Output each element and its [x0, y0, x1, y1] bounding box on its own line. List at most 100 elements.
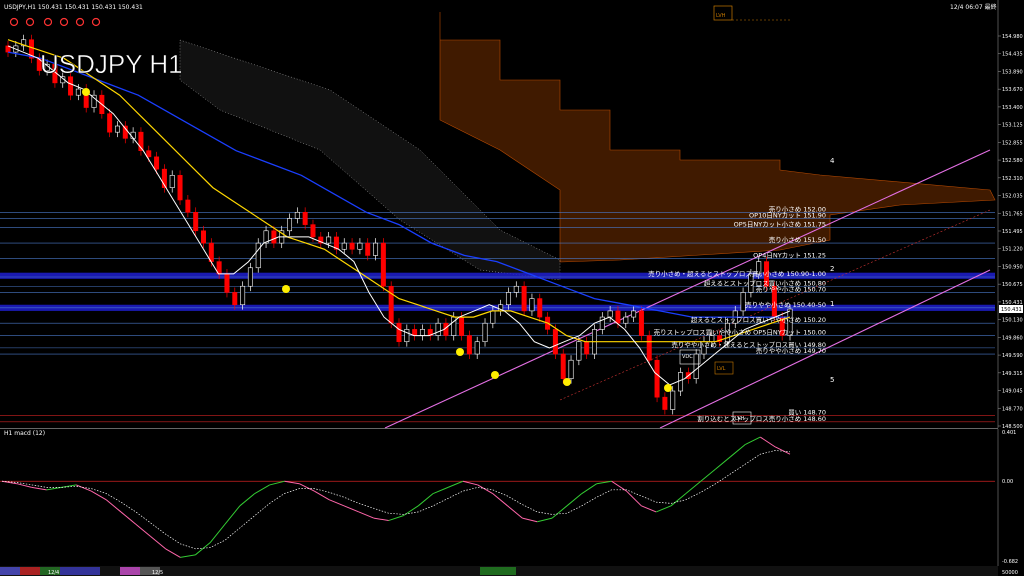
candle-body — [474, 341, 480, 355]
price-tick-label: 152.580 — [1002, 158, 1023, 164]
candle-body — [341, 242, 347, 250]
price-level-label: 売りやや小さめ 150.40-50 — [745, 300, 826, 309]
time-segment — [120, 567, 140, 575]
candle-body — [623, 316, 629, 324]
price-tick-label: 149.045 — [1002, 389, 1023, 395]
price-tick-label: 150.130 — [1002, 318, 1023, 324]
price-tick-label: 148.770 — [1002, 406, 1023, 412]
candle-body — [240, 285, 246, 306]
box-label: LVH — [735, 416, 745, 422]
candle-body — [201, 230, 207, 244]
price-tick-label: 149.860 — [1002, 335, 1023, 341]
candle-body — [513, 285, 519, 293]
candle-body — [255, 242, 261, 269]
candle-body — [114, 125, 120, 133]
candle-body — [466, 335, 472, 355]
candle-body — [412, 329, 418, 336]
price-tick-label: 154.435 — [1002, 52, 1023, 58]
macd-label: H1 macd (12) — [4, 430, 45, 437]
candle-body — [678, 372, 684, 392]
candle-body — [154, 156, 160, 170]
current-price-label: 150.431 — [1001, 307, 1022, 313]
candle-body — [177, 175, 183, 201]
candle-body — [247, 267, 253, 287]
time-segment — [20, 567, 40, 575]
wave-label: 5 — [830, 376, 834, 384]
fractal-marker — [491, 371, 499, 379]
price-tick-label: 150.675 — [1002, 282, 1023, 288]
box-label: VDC — [682, 354, 693, 360]
price-level-label: 売り小さめ・超えるとストップロス買い小さめ 150.90-1.00 — [648, 269, 826, 278]
box-label: LVH — [716, 13, 726, 19]
candle-body — [529, 298, 535, 312]
candle-body — [607, 310, 613, 318]
price-tick-label: 152.855 — [1002, 140, 1023, 146]
candle-body — [404, 329, 410, 343]
candle-body — [365, 242, 371, 256]
candle-body — [662, 396, 668, 410]
candle-body — [435, 322, 441, 336]
candle-body — [537, 298, 543, 318]
price-level-label: OP4日NYカット 151.25 — [753, 252, 826, 260]
wave-label: 2 — [830, 265, 834, 273]
price-tick-label: 149.590 — [1002, 353, 1023, 359]
price-tick-label: 151.495 — [1002, 229, 1023, 235]
price-tick-label: 151.765 — [1002, 211, 1023, 217]
candle-body — [224, 273, 230, 293]
fractal-marker — [82, 88, 90, 96]
candle-body — [482, 322, 488, 343]
fractal-marker — [563, 378, 571, 386]
candle-body — [638, 310, 644, 336]
candle-body — [349, 242, 355, 250]
fractal-marker — [664, 384, 672, 392]
candle-body — [326, 236, 332, 244]
price-tick-label: 153.890 — [1002, 69, 1023, 75]
candle-body — [584, 341, 590, 355]
candle-body — [193, 211, 199, 232]
fractal-marker — [456, 348, 464, 356]
price-level-label: 売りやや小さめ 150.70 — [756, 284, 826, 293]
candle-body — [459, 316, 465, 336]
price-tick-label: 149.315 — [1002, 371, 1023, 377]
candle-body — [380, 242, 386, 287]
footer-tag: 50000 — [1002, 570, 1018, 576]
macd-tick-label: -0.682 — [1002, 559, 1018, 565]
candle-body — [646, 335, 652, 361]
candle-body — [373, 242, 379, 256]
price-tick-label: 154.980 — [1002, 34, 1023, 40]
price-level-label: OP5日NYカット小さめ 151.75 — [734, 220, 826, 229]
candle-body — [146, 150, 152, 158]
price-level-label: 売りやや小さめ 149.70 — [756, 346, 826, 355]
candle-body — [670, 390, 676, 410]
macd-tick-label: 0.00 — [1002, 479, 1013, 485]
candle-body — [185, 199, 191, 213]
candle-body — [294, 211, 300, 219]
time-segment — [60, 567, 100, 575]
candle-body — [232, 292, 238, 306]
candle-body — [169, 175, 175, 188]
wave-label: 4 — [830, 157, 835, 165]
price-tick-label: 152.310 — [1002, 176, 1023, 182]
candle-body — [505, 292, 511, 306]
candle-body — [490, 310, 496, 324]
price-tick-label: 151.220 — [1002, 247, 1023, 253]
price-tick-label: 153.125 — [1002, 123, 1023, 129]
candle-body — [419, 329, 425, 336]
time-segment — [0, 567, 20, 575]
price-level-label: OP10日NYカット 151.90 — [749, 211, 826, 219]
candle-body — [615, 310, 621, 324]
candle-body — [693, 353, 699, 379]
chart-root: LVH 売り小さめ 152.00OP10日NYカット 151.90OP5日NYカ… — [0, 0, 1024, 576]
candle-body — [576, 341, 582, 361]
candle-body — [310, 224, 316, 238]
candle-body — [560, 353, 566, 379]
candle-body — [107, 113, 113, 133]
candle-body — [271, 230, 277, 244]
candle-body — [287, 218, 293, 232]
price-tick-label: 150.950 — [1002, 264, 1023, 270]
date-tag: 12/4 — [48, 570, 59, 576]
candle-body — [357, 242, 363, 250]
macd-tick-label: 0.401 — [1002, 430, 1016, 436]
symbol-info: USDJPY,H1 150.431 150.431 150.431 150.43… — [4, 4, 143, 11]
wave-label: 1 — [830, 300, 834, 308]
